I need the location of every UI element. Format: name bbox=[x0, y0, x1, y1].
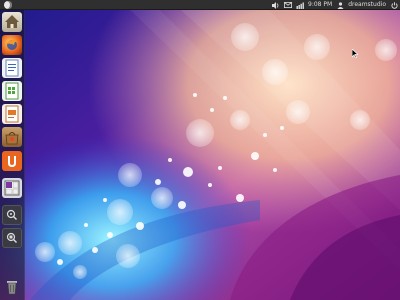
ubuntu-one-icon[interactable] bbox=[2, 151, 22, 171]
applications-lens-icon[interactable] bbox=[2, 205, 22, 225]
top-panel: 9:08 PM dreamstudio bbox=[0, 0, 400, 10]
software-center-icon[interactable] bbox=[2, 127, 22, 147]
user-name[interactable]: dreamstudio bbox=[348, 0, 386, 10]
writer-icon[interactable] bbox=[2, 58, 22, 78]
home-folder-icon[interactable] bbox=[2, 12, 22, 32]
volume-icon[interactable] bbox=[272, 1, 280, 9]
indicator-area: 9:08 PM dreamstudio bbox=[272, 0, 398, 10]
trash-icon[interactable] bbox=[2, 276, 22, 296]
calc-icon[interactable] bbox=[2, 81, 22, 101]
desktop-wallpaper bbox=[0, 0, 400, 300]
ubuntu-session-icon[interactable] bbox=[4, 1, 12, 9]
workspace-switcher-icon[interactable] bbox=[2, 178, 22, 198]
firefox-icon[interactable] bbox=[2, 35, 22, 55]
user-icon bbox=[336, 1, 344, 9]
impress-icon[interactable] bbox=[2, 104, 22, 124]
files-lens-icon[interactable] bbox=[2, 228, 22, 248]
network-icon[interactable] bbox=[296, 1, 304, 9]
launcher bbox=[0, 10, 25, 300]
power-icon[interactable] bbox=[390, 1, 398, 9]
panel-clock[interactable]: 9:08 PM bbox=[308, 0, 332, 10]
mail-icon[interactable] bbox=[284, 1, 293, 9]
mouse-pointer-icon bbox=[352, 49, 358, 58]
